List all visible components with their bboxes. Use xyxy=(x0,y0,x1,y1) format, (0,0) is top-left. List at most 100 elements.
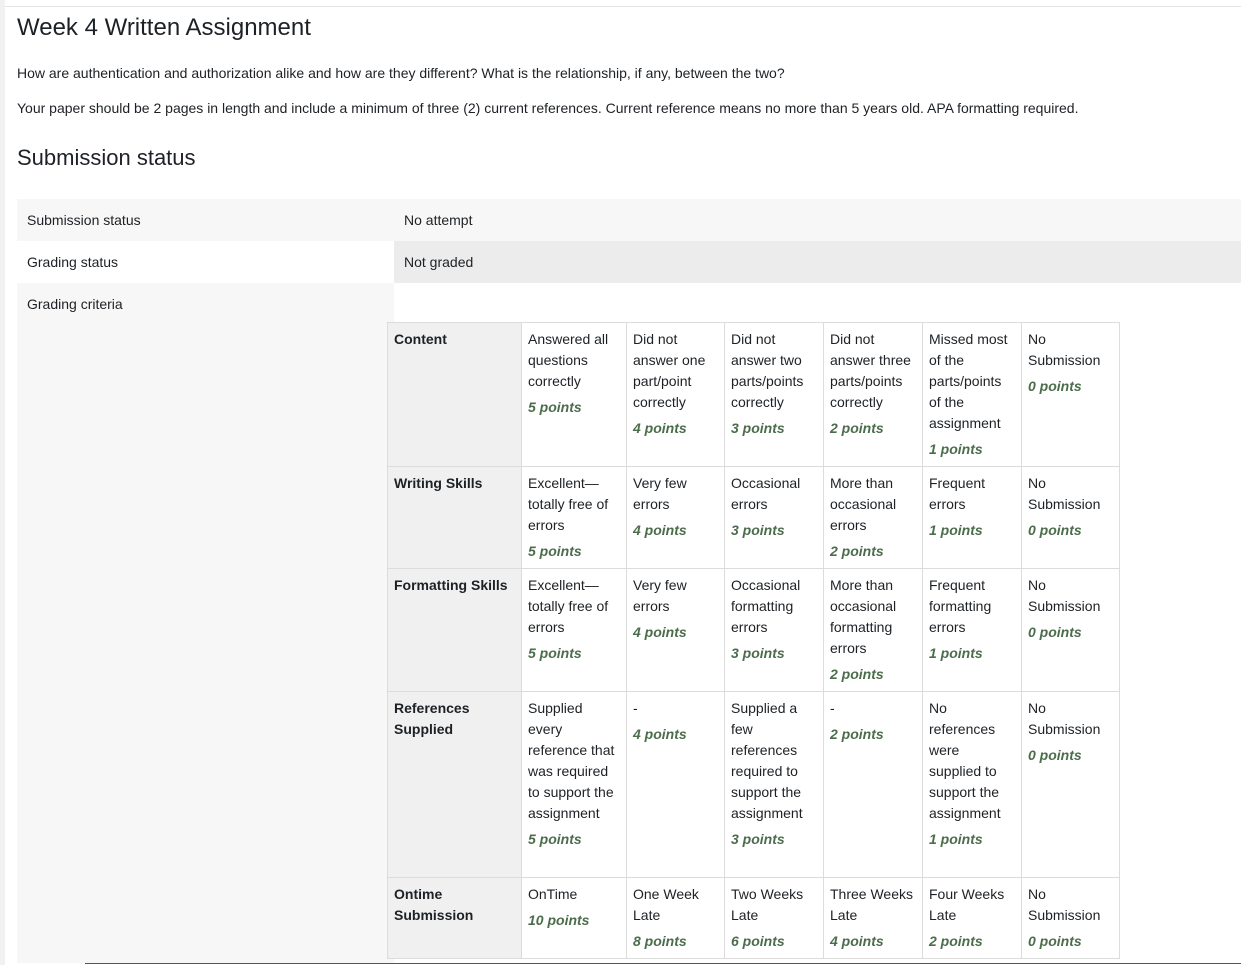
level-points: 8 points xyxy=(633,933,687,949)
grading-criteria-label: Grading criteria xyxy=(27,296,123,312)
level-description: Did not answer two parts/points correctl… xyxy=(731,331,804,410)
level-points: 1 points xyxy=(929,441,983,457)
level-description: Very few errors xyxy=(633,577,687,614)
level-description: No Submission xyxy=(1028,475,1101,512)
rubric-level: OnTime 10 points xyxy=(521,877,627,959)
level-points: 5 points xyxy=(528,543,582,559)
status-value: No attempt xyxy=(394,199,1241,241)
level-points: 1 points xyxy=(929,645,983,661)
top-divider xyxy=(5,6,1241,7)
level-points: 1 points xyxy=(929,522,983,538)
level-points: 4 points xyxy=(633,624,687,640)
level-description: Missed most of the parts/points of the a… xyxy=(929,331,1008,431)
level-description: One Week Late xyxy=(633,886,699,923)
level-points: 4 points xyxy=(830,933,884,949)
level-description: Four Weeks Late xyxy=(929,886,1005,923)
level-points: 1 points xyxy=(929,831,983,847)
level-description: Supplied every reference that was requir… xyxy=(528,700,615,821)
rubric-level: One Week Late 8 points xyxy=(626,877,725,959)
rubric-level: - 2 points xyxy=(823,691,923,878)
rubric-level: Two Weeks Late 6 points xyxy=(724,877,824,959)
level-points: 2 points xyxy=(830,666,884,682)
grading-label: Grading status xyxy=(17,241,394,283)
level-description: Excellent—totally free of errors xyxy=(528,475,609,533)
rubric-level: Very few errors 4 points xyxy=(626,568,725,692)
rubric-level: Excellent—totally free of errors 5 points xyxy=(521,568,627,692)
rubric-level: Frequent formatting errors 1 points xyxy=(922,568,1022,692)
level-description: No Submission xyxy=(1028,577,1101,614)
level-description: Did not answer one part/point correctly xyxy=(633,331,706,410)
level-points: 0 points xyxy=(1028,624,1082,640)
rubric-level: Frequent errors 1 points xyxy=(922,466,1022,569)
level-description: No Submission xyxy=(1028,331,1101,368)
rubric-level: Answered all questions correctly 5 points xyxy=(521,322,627,467)
level-points: 3 points xyxy=(731,420,785,436)
level-description: Answered all questions correctly xyxy=(528,331,609,389)
level-points: 3 points xyxy=(731,645,785,661)
rubric-level: Four Weeks Late 2 points xyxy=(922,877,1022,959)
rubric-row: Writing Skills Excellent—totally free of … xyxy=(387,466,1120,569)
rubric-level: Three Weeks Late 4 points xyxy=(823,877,923,959)
left-edge xyxy=(0,0,5,965)
rubric-level: More than occasional errors 2 points xyxy=(823,466,923,569)
level-description: No Submission xyxy=(1028,886,1101,923)
rubric-level: No Submission 0 points xyxy=(1021,568,1120,692)
level-points: 0 points xyxy=(1028,747,1082,763)
level-description: Did not answer three parts/points correc… xyxy=(830,331,911,410)
rubric-row: References Supplied Supplied every refere… xyxy=(387,691,1120,878)
level-description: Very few errors xyxy=(633,475,687,512)
rubric-level: Did not answer one part/point correctly 4… xyxy=(626,322,725,467)
level-points: 4 points xyxy=(633,522,687,538)
level-description: More than occasional errors xyxy=(830,475,897,533)
level-description: Occasional formatting errors xyxy=(731,577,801,635)
assignment-question: How are authentication and authorization… xyxy=(17,65,785,81)
level-points: 2 points xyxy=(929,933,983,949)
level-description: Occasional errors xyxy=(731,475,801,512)
level-points: 2 points xyxy=(830,543,884,559)
rubric-level: Occasional errors 3 points xyxy=(724,466,824,569)
level-points: 5 points xyxy=(528,645,582,661)
level-points: 0 points xyxy=(1028,933,1082,949)
rubric-level: No Submission 0 points xyxy=(1021,691,1120,878)
level-points: 6 points xyxy=(731,933,785,949)
level-points: 0 points xyxy=(1028,378,1082,394)
level-points: 0 points xyxy=(1028,522,1082,538)
level-description: More than occasional formatting errors xyxy=(830,577,897,656)
level-description: - xyxy=(633,700,638,716)
rubric-level: No Submission 0 points xyxy=(1021,322,1120,467)
grading-criteria-cell: Grading criteria xyxy=(17,283,394,963)
rubric-row: Formatting Skills Excellent—totally free … xyxy=(387,568,1120,692)
bottom-divider xyxy=(85,963,1241,964)
criterion-name: References Supplied xyxy=(387,691,522,878)
criterion-name: Formatting Skills xyxy=(387,568,522,692)
level-description: No Submission xyxy=(1028,700,1101,737)
rubric-level: - 4 points xyxy=(626,691,725,878)
level-points: 3 points xyxy=(731,522,785,538)
rubric-level: No Submission 0 points xyxy=(1021,877,1120,959)
level-points: 2 points xyxy=(830,726,884,742)
level-description: Supplied a few references required to su… xyxy=(731,700,803,821)
rubric-level: Very few errors 4 points xyxy=(626,466,725,569)
level-points: 3 points xyxy=(731,831,785,847)
rubric-level: Did not answer three parts/points correc… xyxy=(823,322,923,467)
rubric-row: Ontime Submission OnTime 10 points One Week… xyxy=(387,877,1120,959)
level-points: 2 points xyxy=(830,420,884,436)
assignment-instructions: Your paper should be 2 pages in length a… xyxy=(17,100,1079,116)
rubric-row: Content Answered all questions correctly 5… xyxy=(387,322,1120,467)
level-points: 4 points xyxy=(633,420,687,436)
criterion-name: Ontime Submission xyxy=(387,877,522,959)
level-points: 10 points xyxy=(528,912,590,928)
rubric-level: No Submission 0 points xyxy=(1021,466,1120,569)
rubric-level: Excellent—totally free of errors 5 points xyxy=(521,466,627,569)
grading-row: Grading status Not graded xyxy=(17,241,1241,283)
submission-status-heading: Submission status xyxy=(17,145,196,170)
submission-status-table: Submission status No attempt Grading sta… xyxy=(17,199,1241,283)
level-description: OnTime xyxy=(528,886,578,902)
level-description: Frequent formatting errors xyxy=(929,577,992,635)
rubric-level: No references were supplied to support t… xyxy=(922,691,1022,878)
level-description: Excellent—totally free of errors xyxy=(528,577,609,635)
rubric-level: Supplied every reference that was requir… xyxy=(521,691,627,878)
status-label: Submission status xyxy=(17,199,394,241)
level-points: 5 points xyxy=(528,831,582,847)
rubric-level: Supplied a few references required to su… xyxy=(724,691,824,878)
